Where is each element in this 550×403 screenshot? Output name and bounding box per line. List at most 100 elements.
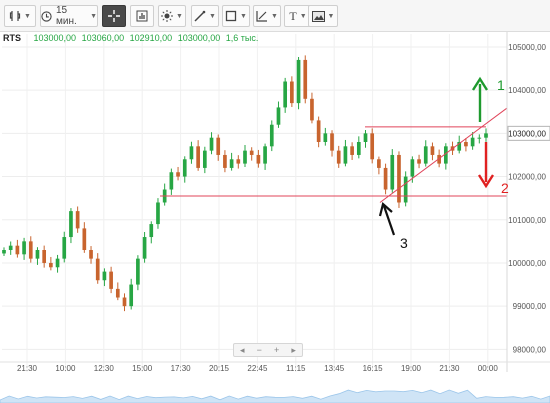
y-tick-label: 102000,00 — [508, 173, 546, 182]
fibonacci-button[interactable]: ▼ — [253, 5, 281, 27]
candle-body — [377, 159, 381, 168]
volume-area — [0, 389, 550, 403]
indicators-button[interactable]: ▼ — [158, 5, 186, 27]
candle-body — [477, 137, 482, 139]
chevron-down-icon: ▼ — [90, 12, 97, 20]
chart-style-button[interactable] — [130, 5, 154, 27]
x-tick-label: 13:45 — [324, 364, 345, 373]
candle-body — [336, 150, 341, 164]
candle-body — [430, 146, 435, 155]
x-tick-label: 00:00 — [478, 364, 499, 373]
candle-body — [290, 81, 294, 104]
x-tick-label: 21:30 — [17, 364, 38, 373]
candle-body — [196, 146, 200, 168]
candle-body — [410, 159, 415, 177]
candle-body — [363, 133, 368, 142]
candle-body — [269, 124, 274, 147]
candle-body — [28, 241, 33, 259]
candle-body — [276, 107, 281, 125]
candle-body — [156, 202, 160, 225]
candlestick-icon — [9, 10, 21, 22]
close-value: 103000,00 — [177, 33, 221, 43]
candle-body — [323, 133, 328, 142]
y-tick-label: 105000,00 — [508, 43, 546, 52]
candle-body — [350, 146, 354, 155]
candle-body — [136, 258, 140, 285]
candle-body — [243, 150, 247, 164]
chart-type-button[interactable]: ▼ — [4, 5, 36, 27]
volume-area-fill — [0, 389, 550, 403]
candle-body — [8, 245, 13, 250]
candle-body — [249, 150, 254, 155]
candle-body — [89, 250, 93, 259]
y-tick-label: 98000,00 — [513, 345, 547, 354]
annotation-label-1: 1 — [497, 77, 505, 93]
candle-body — [263, 146, 267, 164]
y-tick-label: 104000,00 — [508, 86, 546, 95]
candle-body — [102, 271, 107, 281]
x-tick-label: 19:00 — [401, 364, 422, 373]
candle-body — [236, 159, 241, 164]
candle-body — [397, 154, 401, 203]
candle-body — [182, 159, 187, 177]
candle-body — [390, 154, 395, 190]
symbol-info-bar: RTS 103000,00 103060,00 102910,00 103000… — [0, 33, 300, 47]
low-value: 102910,00 — [129, 33, 173, 43]
crosshair-button[interactable] — [102, 5, 126, 27]
sun-icon — [161, 10, 174, 22]
zoom-out-button[interactable]: − — [257, 345, 262, 355]
candle-body — [303, 59, 308, 99]
candle-body — [423, 146, 428, 164]
candles — [2, 55, 488, 312]
shapes-button[interactable]: ▼ — [222, 5, 250, 27]
candle-body — [122, 297, 127, 307]
candle-body — [2, 250, 6, 254]
candle-body — [169, 172, 174, 190]
x-tick-label: 11:15 — [286, 364, 306, 373]
chevron-down-icon: ▼ — [24, 12, 31, 20]
y-tick-label: 100000,00 — [508, 259, 546, 268]
candle-body — [216, 137, 221, 155]
x-tick-label: 15:00 — [132, 364, 153, 373]
candle-body — [109, 271, 113, 289]
chart-navigation: ◂ − + ▸ — [233, 343, 303, 357]
x-tick-label: 10:00 — [55, 364, 76, 373]
scroll-right-button[interactable]: ▸ — [291, 345, 296, 356]
candle-body — [129, 284, 134, 307]
y-tick-label: 99000,00 — [513, 302, 547, 311]
candle-body — [484, 133, 488, 138]
candle-body — [470, 137, 475, 147]
scroll-left-button[interactable]: ◂ — [240, 345, 245, 356]
candle-body — [75, 211, 80, 229]
candle-body — [82, 228, 87, 250]
image-button[interactable]: ▼ — [308, 5, 338, 27]
y-tick-label: 101000,00 — [508, 216, 546, 225]
candle-body — [189, 146, 194, 160]
x-tick-label: 17:30 — [171, 364, 192, 373]
fibonacci-icon — [256, 10, 268, 22]
text-icon: T — [289, 8, 297, 23]
x-tick-label: 20:15 — [209, 364, 230, 373]
high-value: 103060,00 — [81, 33, 125, 43]
x-tick-label: 21:30 — [439, 364, 460, 373]
candle-body — [403, 176, 408, 203]
current-price-label: 103000,00 — [508, 129, 546, 138]
x-tick-label: 12:30 — [94, 364, 115, 373]
pencil-line-icon — [194, 10, 206, 22]
candle-body — [202, 150, 207, 168]
zoom-in-button[interactable]: + — [274, 345, 279, 355]
candle-body — [176, 172, 180, 177]
x-tick-label: 22:45 — [247, 364, 268, 373]
draw-line-button[interactable]: ▼ — [191, 5, 219, 27]
x-axis: 21:30 10:00 12:30 15:00 17:30 20:15 22:45 11:15… — [0, 361, 550, 373]
crosshair-icon — [108, 10, 120, 22]
chevron-down-icon: ▼ — [240, 12, 247, 20]
chevron-down-icon: ▼ — [209, 12, 216, 20]
candle-body — [95, 258, 100, 281]
candle-body — [283, 81, 288, 108]
interval-dropdown[interactable]: 15 мин. ▼ — [40, 5, 98, 27]
chevron-down-icon: ▼ — [176, 12, 183, 20]
candle-body — [35, 250, 40, 259]
candle-body — [62, 237, 67, 259]
candle-body — [55, 258, 60, 268]
